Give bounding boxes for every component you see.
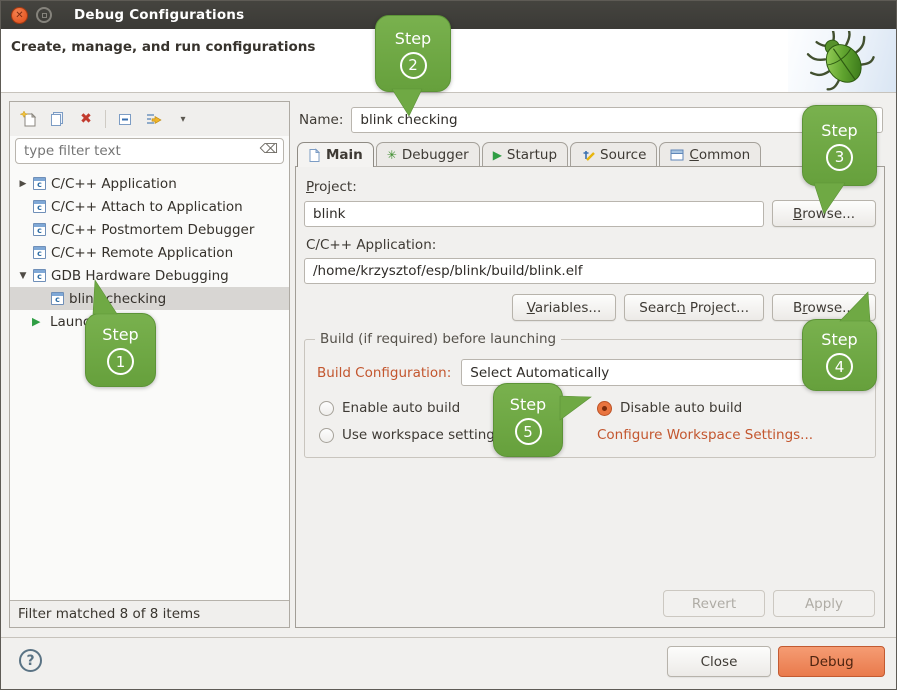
tree-item-label: C/C++ Attach to Application	[51, 199, 243, 215]
revert-button[interactable]: Revert	[663, 590, 765, 617]
tree-item-remote[interactable]: c C/C++ Remote Application	[10, 241, 289, 264]
new-configuration-button[interactable]	[18, 109, 38, 129]
build-configuration-value: Select Automatically	[470, 365, 609, 381]
window-icon	[670, 149, 684, 161]
filter-input[interactable]	[15, 138, 284, 164]
c-application-icon: c	[33, 269, 46, 282]
disable-auto-build-radio[interactable]: Disable auto build	[597, 400, 865, 416]
debugger-icon: ✳	[387, 148, 397, 162]
tree-item-cpp-application[interactable]: ▶ c C/C++ Application	[10, 172, 289, 195]
tabbar: Main ✳ Debugger ▶ Startup Source Common	[295, 141, 885, 166]
step-callout-1: Step 1	[85, 313, 156, 387]
bug-icon	[805, 31, 879, 91]
window-title: Debug Configurations	[74, 7, 244, 23]
radio-icon[interactable]	[319, 401, 334, 416]
collapse-all-button[interactable]	[115, 109, 135, 129]
build-configuration-label: Build Configuration:	[317, 365, 451, 381]
tab-common[interactable]: Common	[659, 142, 761, 167]
c-application-icon: c	[33, 246, 46, 259]
application-label: C/C++ Application:	[306, 237, 876, 253]
c-application-icon: c	[33, 177, 46, 190]
c-application-icon: c	[33, 200, 46, 213]
tab-label: Startup	[507, 147, 557, 163]
clear-filter-icon[interactable]: ⌫	[260, 142, 278, 157]
c-application-icon: c	[51, 292, 64, 305]
callout-tail-icon	[376, 89, 452, 118]
radio-icon[interactable]	[319, 428, 334, 443]
step-callout-2: Step 2	[375, 15, 451, 92]
debug-configurations-dialog: ✕ Debug Configurations Create, manage, a…	[0, 0, 897, 690]
tab-label: Common	[689, 147, 750, 163]
variables-button[interactable]: Variables...	[512, 294, 617, 321]
step-callout-4: Step 4	[802, 319, 877, 391]
tree-item-label: C/C++ Postmortem Debugger	[51, 222, 254, 238]
configure-workspace-settings-link[interactable]: Configure Workspace Settings...	[597, 427, 813, 443]
tab-label: Main	[326, 147, 363, 163]
debug-button[interactable]: Debug	[778, 646, 885, 677]
tab-label: Debugger	[402, 147, 469, 163]
configurations-toolbar: ✖ ▾	[10, 102, 289, 136]
launch-group-icon: ▶	[32, 315, 45, 328]
document-icon	[308, 148, 321, 162]
tree-item-label: C/C++ Remote Application	[51, 245, 233, 261]
startup-icon: ▶	[493, 148, 502, 162]
configuration-detail-panel: Name: Main ✳ Debugger ▶ Startup Sour	[295, 101, 885, 628]
callout-tail-icon	[560, 388, 593, 424]
radio-label: Use workspace settings	[342, 427, 502, 443]
delete-configuration-button[interactable]: ✖	[76, 109, 96, 129]
project-label: Project:	[306, 179, 876, 195]
name-label: Name:	[299, 112, 343, 128]
banner-art	[788, 29, 896, 92]
tab-main[interactable]: Main	[297, 142, 374, 167]
project-input[interactable]	[304, 201, 764, 227]
callout-tail-icon	[86, 278, 156, 316]
tab-debugger[interactable]: ✳ Debugger	[376, 142, 480, 167]
tree-item-attach[interactable]: c C/C++ Attach to Application	[10, 195, 289, 218]
collapsed-arrow-icon[interactable]: ▶	[18, 179, 28, 189]
search-project-button[interactable]: Search Project...	[624, 294, 764, 321]
tree-item-postmortem[interactable]: c C/C++ Postmortem Debugger	[10, 218, 289, 241]
step-callout-5: Step 5	[493, 383, 563, 457]
toolbar-dropdown-icon[interactable]: ▾	[173, 109, 193, 129]
callout-tail-icon	[803, 290, 878, 322]
help-button[interactable]: ?	[19, 649, 42, 672]
close-button[interactable]: Close	[667, 646, 771, 677]
callout-tail-icon	[803, 183, 878, 217]
toolbar-separator	[105, 110, 106, 128]
tab-label: Source	[600, 147, 646, 163]
window-close-icon[interactable]: ✕	[11, 7, 28, 24]
radio-label: Disable auto build	[620, 400, 742, 416]
apply-button[interactable]: Apply	[773, 590, 875, 617]
tab-source[interactable]: Source	[570, 142, 657, 167]
filter-status-text: Filter matched 8 of 8 items	[10, 600, 289, 627]
expanded-arrow-icon[interactable]: ▼	[18, 271, 28, 281]
footer-divider	[1, 637, 896, 638]
tree-item-label: C/C++ Application	[51, 176, 177, 192]
source-icon	[581, 148, 595, 162]
step-callout-3: Step 3	[802, 105, 877, 186]
duplicate-configuration-button[interactable]	[47, 109, 67, 129]
tab-startup[interactable]: ▶ Startup	[482, 142, 568, 167]
filter-configurations-button[interactable]	[144, 109, 164, 129]
radio-checked-icon[interactable]	[597, 401, 612, 416]
banner-title: Create, manage, and run configurations	[11, 39, 315, 55]
c-application-icon: c	[33, 223, 46, 236]
application-input[interactable]	[304, 258, 876, 284]
window-restore-icon[interactable]	[36, 7, 52, 23]
build-group-title: Build (if required) before launching	[315, 331, 561, 347]
radio-label: Enable auto build	[342, 400, 460, 416]
